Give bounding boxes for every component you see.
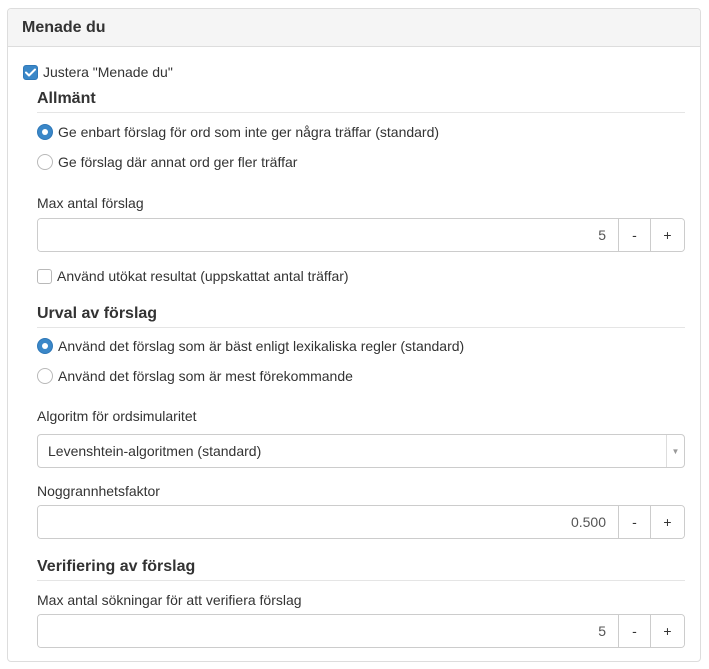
max-searches-input[interactable]: 5: [38, 615, 618, 647]
algorithm-label: Algoritm för ordsimularitet: [37, 408, 197, 424]
max-suggestions-label: Max antal förslag: [37, 195, 144, 211]
panel-title: Menade du: [22, 18, 106, 36]
justera-menade-du-toggle[interactable]: Justera "Menade du": [23, 64, 173, 80]
accuracy-increment-button[interactable]: +: [650, 506, 684, 538]
panel-heading: Menade du: [8, 9, 700, 47]
accuracy-stepper: 0.500 - +: [37, 505, 685, 539]
radio-option-lexical[interactable]: Använd det förslag som är bäst enligt le…: [37, 338, 464, 354]
justera-label: Justera "Menade du": [43, 64, 173, 80]
extended-result-checkbox[interactable]: [37, 268, 52, 284]
algorithm-selected-value: Levenshtein-algoritmen (standard): [48, 443, 262, 459]
accuracy-label: Noggrannhetsfaktor: [37, 483, 160, 499]
radio-option-no-hits[interactable]: Ge enbart förslag för ord som inte ger n…: [37, 124, 439, 140]
radio-option-more-hits[interactable]: Ge förslag där annat ord ger fler träffa…: [37, 154, 297, 170]
radio-more-hits[interactable]: [37, 154, 53, 170]
radio-lexical-label: Använd det förslag som är bäst enligt le…: [58, 338, 465, 354]
checkmark-icon: [25, 68, 36, 76]
radio-no-hits-label: Ge enbart förslag för ord som inte ger n…: [58, 124, 440, 140]
radio-more-hits-label: Ge förslag där annat ord ger fler träffa…: [58, 154, 298, 170]
extended-result-option[interactable]: Använd utökat resultat (uppskattat antal…: [37, 268, 349, 284]
radio-most-common-label: Använd det förslag som är mest förekomma…: [58, 368, 353, 384]
accuracy-decrement-button[interactable]: -: [618, 506, 650, 538]
max-suggestions-stepper: 5 - +: [37, 218, 685, 252]
extended-result-label: Använd utökat resultat (uppskattat antal…: [57, 268, 349, 284]
max-suggestions-increment-button[interactable]: +: [650, 219, 684, 251]
max-searches-stepper: 5 - +: [37, 614, 685, 648]
justera-checkbox[interactable]: [23, 64, 38, 80]
max-suggestions-input[interactable]: 5: [38, 219, 618, 251]
algorithm-select[interactable]: Levenshtein-algoritmen (standard) ▼: [37, 434, 685, 468]
radio-no-hits[interactable]: [37, 124, 53, 140]
radio-lexical[interactable]: [37, 338, 53, 354]
radio-most-common[interactable]: [37, 368, 53, 384]
max-searches-increment-button[interactable]: +: [650, 615, 684, 647]
max-suggestions-decrement-button[interactable]: -: [618, 219, 650, 251]
max-searches-label: Max antal sökningar för att verifiera fö…: [37, 592, 302, 608]
section-title-urval: Urval av förslag: [37, 305, 685, 328]
section-title-allmant: Allmänt: [37, 90, 685, 113]
radio-option-most-common[interactable]: Använd det förslag som är mest förekomma…: [37, 368, 353, 384]
chevron-down-icon[interactable]: ▼: [666, 435, 684, 467]
max-searches-decrement-button[interactable]: -: [618, 615, 650, 647]
section-title-verifiering: Verifiering av förslag: [37, 558, 685, 581]
accuracy-input[interactable]: 0.500: [38, 506, 618, 538]
